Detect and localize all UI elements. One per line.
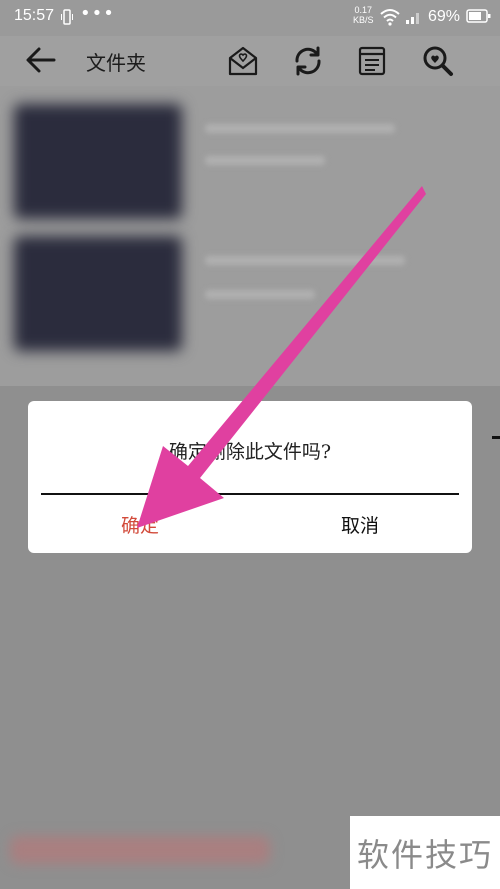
signal-icon — [406, 13, 419, 24]
network-speed: 0.17 KB/S — [353, 5, 374, 25]
status-bar: 15:57 ••• 0.17 KB/S 69% — [0, 0, 500, 36]
confirm-button[interactable]: 确定 — [70, 511, 210, 538]
file-list-blurred — [0, 86, 500, 386]
dialog-divider — [41, 493, 459, 495]
dialog-message: 确定删除此文件吗? — [168, 441, 332, 463]
battery-icon — [466, 9, 491, 23]
refresh-icon[interactable] — [291, 44, 325, 78]
wifi-icon — [380, 9, 400, 26]
network-speed-value: 0.17 — [354, 5, 373, 15]
file-line — [205, 124, 395, 133]
watermark: 软件技巧 — [350, 816, 500, 889]
file-thumbnail — [14, 236, 182, 351]
bottom-action-blurred — [10, 836, 270, 864]
vibrate-icon — [61, 9, 73, 25]
page-title: 文件夹 — [86, 51, 146, 75]
list-icon[interactable] — [355, 44, 389, 78]
back-arrow-icon[interactable] — [24, 45, 58, 75]
file-line — [205, 156, 325, 165]
status-time: 15:57 — [14, 7, 55, 24]
network-speed-unit: KB/S — [353, 15, 374, 25]
confirm-delete-dialog: 确定删除此文件吗? 确定 取消 — [28, 401, 472, 553]
file-line — [205, 256, 405, 265]
search-icon[interactable] — [421, 44, 455, 78]
edge-mark — [492, 436, 500, 439]
more-notifications-icon: ••• — [80, 3, 115, 24]
toolbar: 文件夹 — [0, 36, 500, 86]
mail-icon[interactable] — [226, 44, 260, 78]
file-thumbnail — [14, 104, 182, 219]
file-line — [205, 290, 315, 299]
cancel-button[interactable]: 取消 — [290, 511, 430, 538]
battery-level: 69% — [428, 8, 461, 25]
